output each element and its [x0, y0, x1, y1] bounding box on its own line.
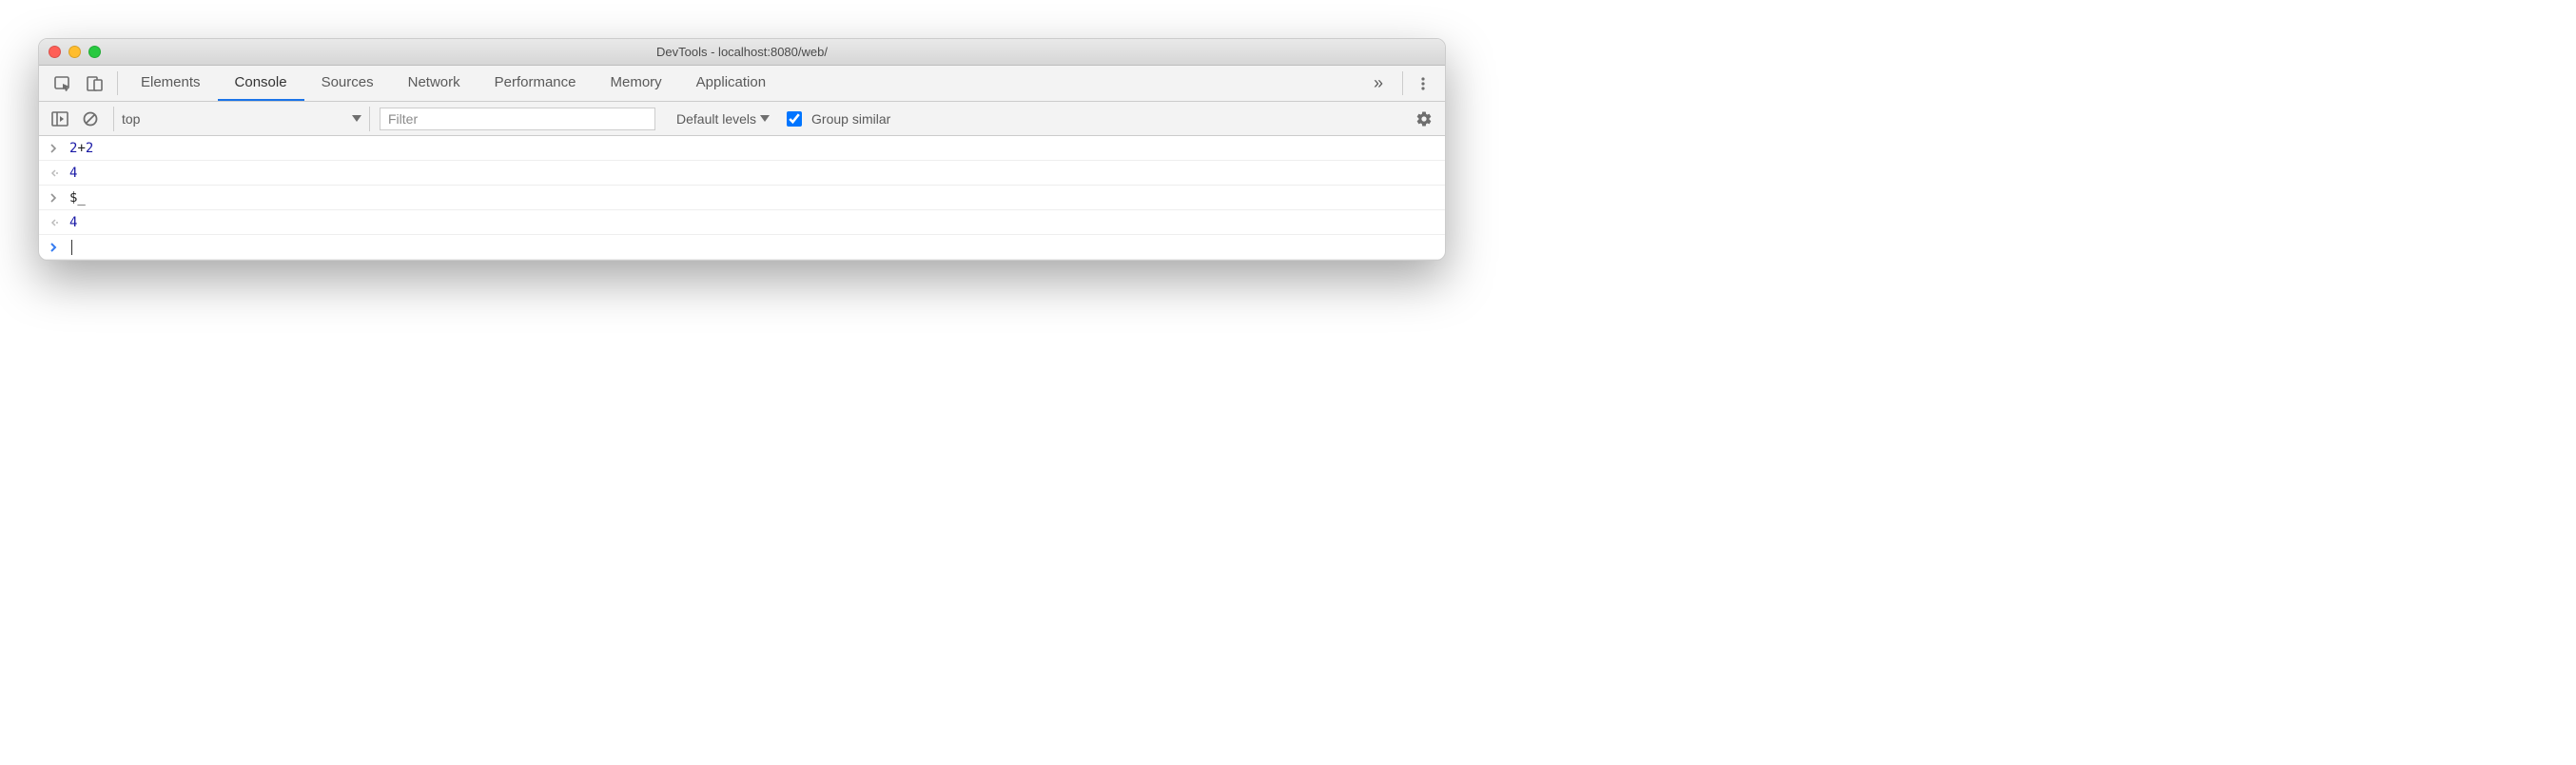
context-selector-label: top: [122, 111, 140, 127]
code-token: 4: [69, 215, 77, 230]
code-token: 2: [86, 141, 93, 156]
more-options-button[interactable]: [1409, 66, 1437, 101]
input-marker-icon: [49, 242, 66, 253]
traffic-lights: [49, 46, 101, 58]
tab-label: Network: [408, 74, 460, 90]
tab-label: Application: [696, 74, 766, 90]
code-token: $_: [69, 190, 86, 206]
more-tabs-button[interactable]: »: [1360, 66, 1396, 101]
group-similar-label: Group similar: [811, 111, 890, 127]
divider: [1402, 71, 1403, 95]
tab-network[interactable]: Network: [391, 66, 478, 101]
console-toolbar: top Default levels Group similar: [39, 102, 1445, 136]
result-marker-icon: [49, 217, 66, 228]
console-result-row: 4: [39, 161, 1445, 186]
tab-sources[interactable]: Sources: [304, 66, 391, 101]
tab-console[interactable]: Console: [218, 66, 304, 101]
chevron-double-right-icon: »: [1374, 73, 1383, 93]
console-row-content: $_: [66, 190, 1435, 206]
context-selector[interactable]: top: [113, 107, 370, 131]
code-token: +: [77, 141, 85, 156]
show-console-sidebar-icon[interactable]: [47, 106, 73, 132]
tab-label: Sources: [322, 74, 374, 90]
device-toolbar-icon[interactable]: [79, 66, 111, 101]
input-marker-icon: [49, 143, 66, 154]
tab-label: Performance: [495, 74, 576, 90]
tab-label: Elements: [141, 74, 201, 90]
chevron-down-icon: [760, 115, 770, 122]
tabs-bar: Elements Console Sources Network Performance…: [39, 66, 1445, 102]
console-row-content: 4: [66, 166, 1435, 181]
console-result-row: 4: [39, 210, 1445, 235]
input-marker-icon: [49, 192, 66, 204]
tab-label: Console: [235, 74, 287, 90]
console-output: 2+2 4 $_ 4: [39, 136, 1445, 260]
console-settings-icon[interactable]: [1411, 106, 1437, 132]
result-marker-icon: [49, 167, 66, 179]
devtools-window: DevTools - localhost:8080/web/ Elements C…: [38, 38, 1446, 261]
log-levels-label: Default levels: [676, 111, 756, 127]
minimize-window-button[interactable]: [68, 46, 81, 58]
text-cursor: [71, 240, 72, 255]
tab-memory[interactable]: Memory: [594, 66, 679, 101]
code-token: 4: [69, 166, 77, 181]
group-similar-checkbox[interactable]: [787, 111, 802, 127]
window-title: DevTools - localhost:8080/web/: [39, 45, 1445, 59]
kebab-icon: [1415, 76, 1431, 91]
tab-elements[interactable]: Elements: [124, 66, 218, 101]
tabs-list: Elements Console Sources Network Performance…: [124, 66, 1360, 101]
tab-performance[interactable]: Performance: [478, 66, 594, 101]
console-input-row: $_: [39, 186, 1445, 210]
inspect-element-icon[interactable]: [47, 66, 79, 101]
console-row-content: [66, 240, 1435, 255]
tab-application[interactable]: Application: [679, 66, 783, 101]
console-input-row: 2+2: [39, 136, 1445, 161]
console-row-content: 2+2: [66, 141, 1435, 156]
close-window-button[interactable]: [49, 46, 61, 58]
console-row-content: 4: [66, 215, 1435, 230]
filter-input[interactable]: [380, 108, 655, 130]
console-prompt[interactable]: [39, 235, 1445, 260]
titlebar: DevTools - localhost:8080/web/: [39, 39, 1445, 66]
chevron-down-icon: [352, 115, 361, 122]
clear-console-icon[interactable]: [77, 106, 104, 132]
tab-label: Memory: [611, 74, 662, 90]
zoom-window-button[interactable]: [88, 46, 101, 58]
divider: [117, 71, 118, 95]
gear-icon: [1415, 110, 1433, 128]
log-levels-selector[interactable]: Default levels: [676, 111, 770, 127]
